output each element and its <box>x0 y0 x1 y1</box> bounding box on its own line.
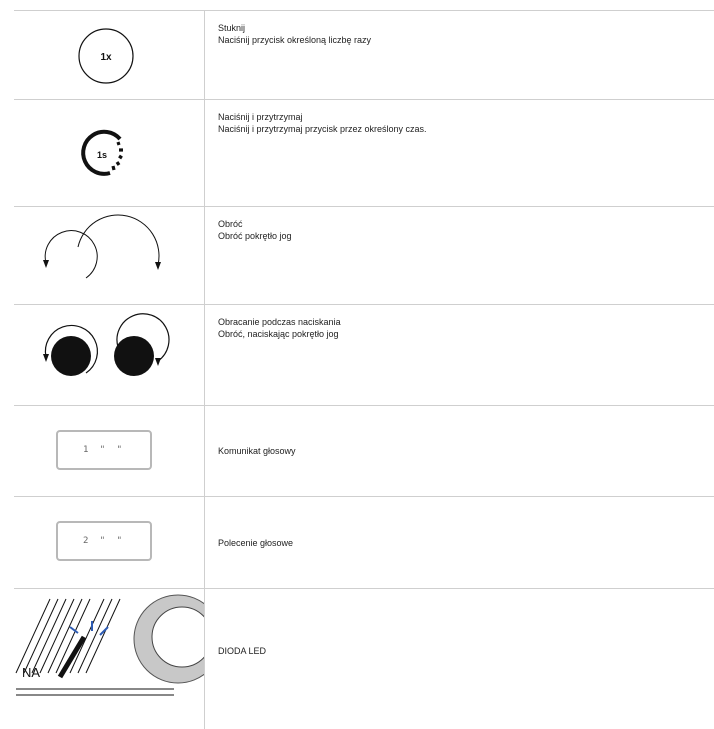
text-cell: Obróć Obróć pokrętło jog <box>218 218 714 304</box>
row-description: Obróć pokrętło jog <box>218 231 292 241</box>
tap-count-badge: 1x <box>100 52 112 63</box>
legend-row-rotate-press: Obracanie podczas naciskania Obróć, naci… <box>14 304 714 405</box>
icon-cell <box>14 207 205 304</box>
text-cell: Obracanie podczas naciskania Obróć, naci… <box>218 316 714 405</box>
lcd-text: 1 " " <box>82 445 126 455</box>
icon-cell <box>14 305 205 405</box>
legend-row-tap: 1x Stuknij Naciśnij przycisk określoną l… <box>14 10 714 99</box>
display-message-1-icon: 1 " " <box>56 430 152 470</box>
icon-cell: NA <box>14 589 205 729</box>
icon-cell: 1 " " <box>14 406 205 496</box>
legend-row-press-hold: 1s Naciśnij i przytrzymaj Naciśnij i prz… <box>14 99 714 206</box>
row-title: DIODA LED <box>218 646 267 656</box>
text-cell: Polecenie głosowe <box>218 497 714 588</box>
legend-row-voice-message: 1 " " Komunikat głosowy <box>14 405 714 496</box>
rotate-knob-icon <box>43 214 161 279</box>
icon-cell: 1x <box>14 11 205 99</box>
row-title: Obracanie podczas naciskania <box>218 317 341 327</box>
rotate-while-pressing-icon <box>43 313 170 376</box>
legend-row-rotate: Obróć Obróć pokrętło jog <box>14 206 714 304</box>
row-title: Komunikat głosowy <box>218 446 296 456</box>
icon-cell: 1s <box>14 100 205 206</box>
legend-row-voice-command: 2 " " Polecenie głosowe <box>14 496 714 588</box>
row-description: Naciśnij i przytrzymaj przycisk przez ok… <box>218 124 427 134</box>
lcd-text: 2 " " <box>82 536 126 546</box>
text-cell: DIODA LED <box>218 645 714 729</box>
row-title: Obróć <box>218 219 243 229</box>
led-indicator-icon: NA <box>15 594 204 696</box>
tap-1x-icon: 1x <box>78 28 134 84</box>
led-label: NA <box>22 665 40 680</box>
text-cell: Komunikat głosowy <box>218 406 714 496</box>
row-description: Naciśnij przycisk określoną liczbę razy <box>218 35 372 45</box>
icon-legend-table: 1x Stuknij Naciśnij przycisk określoną l… <box>14 10 714 729</box>
legend-row-led: NA DIODA LED <box>14 588 714 729</box>
press-hold-1s-icon: 1s <box>81 129 123 176</box>
display-message-2-icon: 2 " " <box>56 521 152 561</box>
text-cell: Stuknij Naciśnij przycisk określoną licz… <box>218 22 714 99</box>
icon-cell: 2 " " <box>14 497 205 588</box>
row-title: Polecenie głosowe <box>218 537 294 548</box>
row-description: Obróć, naciskając pokrętło jog <box>218 329 339 339</box>
hold-duration-badge: 1s <box>97 150 107 160</box>
text-cell: Naciśnij i przytrzymaj Naciśnij i przytr… <box>218 111 714 206</box>
row-title: Stuknij <box>218 23 246 33</box>
row-title: Naciśnij i przytrzymaj <box>218 112 303 122</box>
